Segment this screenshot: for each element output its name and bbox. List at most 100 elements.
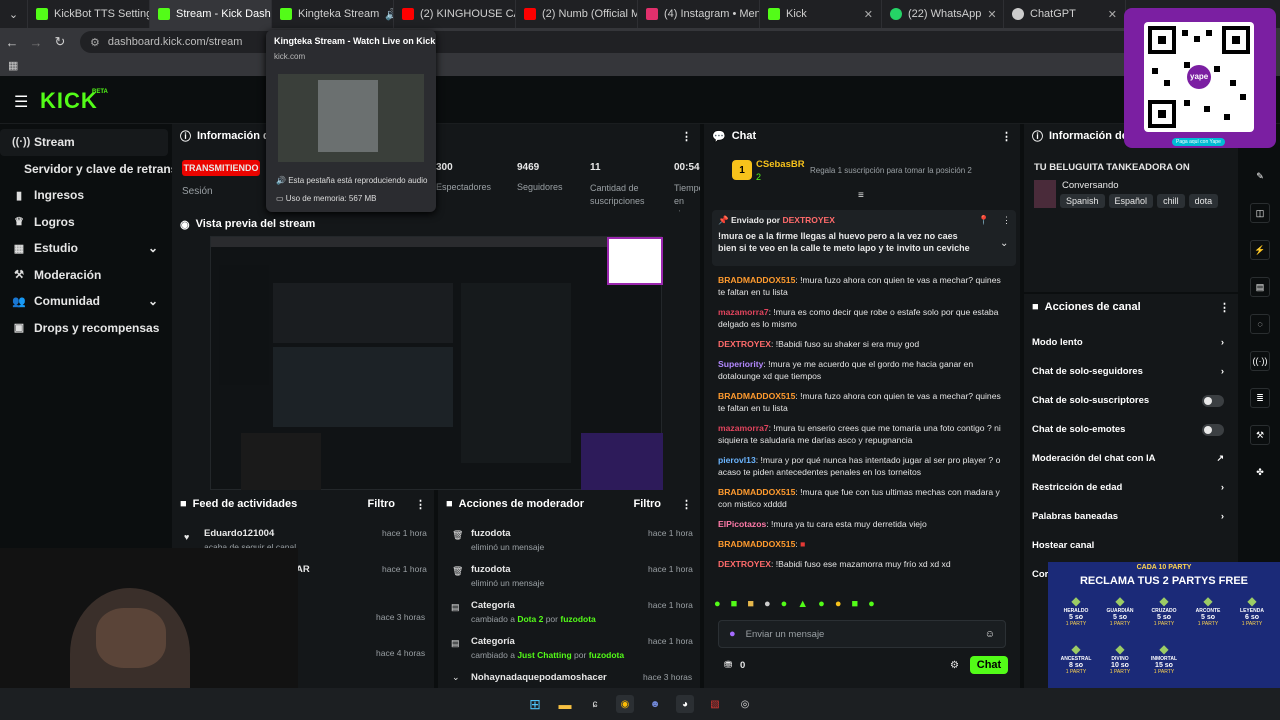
more-options-icon[interactable]: ⋮ <box>415 498 426 511</box>
more-options-icon[interactable]: ⋮ <box>681 498 692 511</box>
chat-username[interactable]: BRADMADDOX515 <box>718 539 795 549</box>
emoji-icon[interactable]: ☺ <box>985 629 995 640</box>
more-options-icon[interactable]: ⋮ <box>681 130 692 143</box>
tab-kickbot[interactable]: KickBot TTS Settings✕ <box>28 0 150 28</box>
address-bar[interactable]: ⚙ dashboard.kick.com/stream <box>80 31 1140 53</box>
tab-whatsapp[interactable]: (22) WhatsApp ✕ <box>882 0 1004 28</box>
game-icon[interactable]: ▧ <box>706 695 724 713</box>
emote-icon[interactable]: ▲ <box>797 598 808 614</box>
tab-youtube-numb[interactable]: (2) Numb (Official M✕ <box>516 0 638 28</box>
document-icon[interactable]: ▤ <box>1250 277 1270 297</box>
sidebar-item-server-key[interactable]: Servidor y clave de retransm <box>0 156 172 183</box>
sidebar-item-income[interactable]: ▮ Ingresos <box>0 182 172 209</box>
chat-username[interactable]: BRADMADDOX515 <box>718 275 795 285</box>
speaker-icon[interactable]: 🔊 <box>385 8 393 21</box>
host-channel-row[interactable]: Hostear canal <box>1024 531 1238 560</box>
emote-icon[interactable]: ■ <box>851 598 858 614</box>
chevron-down-icon[interactable]: ⌄ <box>1000 238 1008 249</box>
sidebar-item-stream[interactable]: ((·)) Stream <box>0 129 168 156</box>
emote-icon[interactable]: ● <box>835 598 842 614</box>
discord-icon[interactable]: ☻ <box>646 695 664 713</box>
banned-words-row[interactable]: Palabras baneadas › <box>1024 502 1238 531</box>
emote-icon[interactable]: ● <box>781 598 788 614</box>
feed-item-user[interactable]: AR <box>296 564 310 575</box>
tab-kingteka-stream[interactable]: Kingteka Stream🔊 <box>272 0 394 28</box>
close-icon[interactable]: ✕ <box>987 8 996 21</box>
back-icon[interactable]: ← <box>0 35 24 50</box>
chat-settings-icon[interactable]: ⚙ <box>950 660 959 671</box>
windows-start-icon[interactable]: ⊞ <box>526 695 544 713</box>
puzzle-icon[interactable]: ✤ <box>1250 462 1270 482</box>
chat-username[interactable]: BRADMADDOX515 <box>718 487 795 497</box>
sidebar-item-studio[interactable]: ▦ Estudio ⌄ <box>0 235 172 262</box>
sidebar-item-moderation[interactable]: ⚒ Moderación <box>0 262 172 289</box>
steam-icon[interactable]: ◕ <box>676 695 694 713</box>
chrome-icon[interactable]: ◉ <box>616 695 634 713</box>
emote-icon[interactable]: ● <box>764 598 771 614</box>
tab-youtube-kinghouse[interactable]: (2) KINGHOUSE CAN✕ <box>394 0 516 28</box>
close-icon[interactable]: ✕ <box>1108 8 1117 21</box>
chat-username[interactable]: pierovl13 <box>718 455 756 465</box>
emote-icon[interactable]: ● <box>714 598 721 614</box>
stream-preview-video[interactable] <box>210 236 663 491</box>
unpin-icon[interactable]: 📍 <box>978 215 989 226</box>
chat-username[interactable]: DEXTROYEX <box>718 559 771 569</box>
age-restriction-row[interactable]: Restricción de edad › <box>1024 473 1238 502</box>
send-chat-button[interactable]: Chat <box>970 656 1008 674</box>
drag-handle-icon[interactable]: ≡ <box>858 190 864 201</box>
sidebar-item-achievements[interactable]: ♛ Logros <box>0 209 172 236</box>
close-icon[interactable]: ✕ <box>864 8 873 21</box>
chat-username[interactable]: ElPicotazos <box>718 519 766 529</box>
tab-stream-dashboard[interactable]: Stream - Kick Dashb✕ <box>150 0 272 28</box>
chat-username[interactable]: Superiority <box>718 359 763 369</box>
mod-filter-button[interactable]: Filtro <box>634 498 662 510</box>
feed-item-user[interactable]: Eduardo121004 <box>204 528 274 539</box>
kick-logo[interactable]: KICK <box>40 88 98 114</box>
more-options-icon[interactable]: ⋮ <box>1002 215 1011 226</box>
gift-sub-text[interactable]: Regala 1 suscripción para tomar la posic… <box>810 166 972 175</box>
ai-moderation-row[interactable]: Moderación del chat con IA ↗ <box>1024 444 1238 473</box>
chat-input[interactable]: ● Enviar un mensaje ☺ <box>718 620 1006 648</box>
stream-category[interactable]: Conversando <box>1062 180 1119 191</box>
clip-icon[interactable]: ◫ <box>1250 203 1270 223</box>
emote-icon[interactable]: ● <box>868 598 875 614</box>
emote-icon[interactable]: ■ <box>731 598 738 614</box>
edit-icon[interactable]: ✎ <box>1250 166 1270 186</box>
emotes-only-toggle[interactable] <box>1202 423 1224 436</box>
sidebar-item-community[interactable]: 👥 Comunidad ⌄ <box>0 288 172 315</box>
chat-bubble-icon[interactable]: ◌ <box>1250 314 1270 334</box>
hamburger-menu-icon[interactable]: ☰ <box>14 92 28 112</box>
bolt-icon[interactable]: ⚡ <box>1250 240 1270 260</box>
tag-chip[interactable]: Spanish <box>1060 194 1105 208</box>
followers-only-row[interactable]: Chat de solo-seguidores › <box>1024 357 1238 386</box>
slow-mode-row[interactable]: Modo lento › <box>1024 328 1238 357</box>
mod-action-user[interactable]: Nohaynadaquepodamoshacer <box>471 672 607 683</box>
subs-only-toggle[interactable] <box>1202 394 1224 407</box>
file-explorer-icon[interactable]: ▬ <box>556 695 574 713</box>
sidebar-item-drops[interactable]: ▣ Drops y recompensas <box>0 315 172 342</box>
apps-icon[interactable]: ▦ <box>8 59 18 72</box>
emote-icon[interactable]: ● <box>818 598 825 614</box>
emote-icon[interactable]: ■ <box>747 598 754 614</box>
tab-chatgpt[interactable]: ChatGPT ✕ <box>1004 0 1126 28</box>
chat-username[interactable]: DEXTROYEX <box>718 339 771 349</box>
mic-icon[interactable]: ● <box>729 628 736 640</box>
site-info-icon[interactable]: ⚙ <box>90 36 100 49</box>
chat-username[interactable]: mazamorra7 <box>718 423 769 433</box>
more-options-icon[interactable]: ⋮ <box>1001 130 1012 143</box>
app-icon[interactable]: ɕ <box>586 695 604 713</box>
reload-icon[interactable]: ↻ <box>48 34 72 50</box>
tab-instagram[interactable]: (4) Instagram • Men✕ <box>638 0 760 28</box>
tag-chip[interactable]: dota <box>1188 194 1219 208</box>
hammer-icon[interactable]: ⚒ <box>1250 425 1270 445</box>
tag-chip[interactable]: Español <box>1108 194 1154 208</box>
tab-search-button[interactable]: ⌄ <box>0 0 28 28</box>
chat-username[interactable]: BRADMADDOX515 <box>718 391 795 401</box>
raid-icon[interactable]: ((·)) <box>1250 351 1270 371</box>
tab-kick[interactable]: Kick ✕ <box>760 0 882 28</box>
feed-filter-button[interactable]: Filtro <box>368 498 396 510</box>
points-icon[interactable]: ⛃ <box>724 660 732 671</box>
obs-icon[interactable]: ◎ <box>736 695 754 713</box>
tag-chip[interactable]: chill <box>1157 194 1185 208</box>
list-icon[interactable]: ≣ <box>1250 388 1270 408</box>
